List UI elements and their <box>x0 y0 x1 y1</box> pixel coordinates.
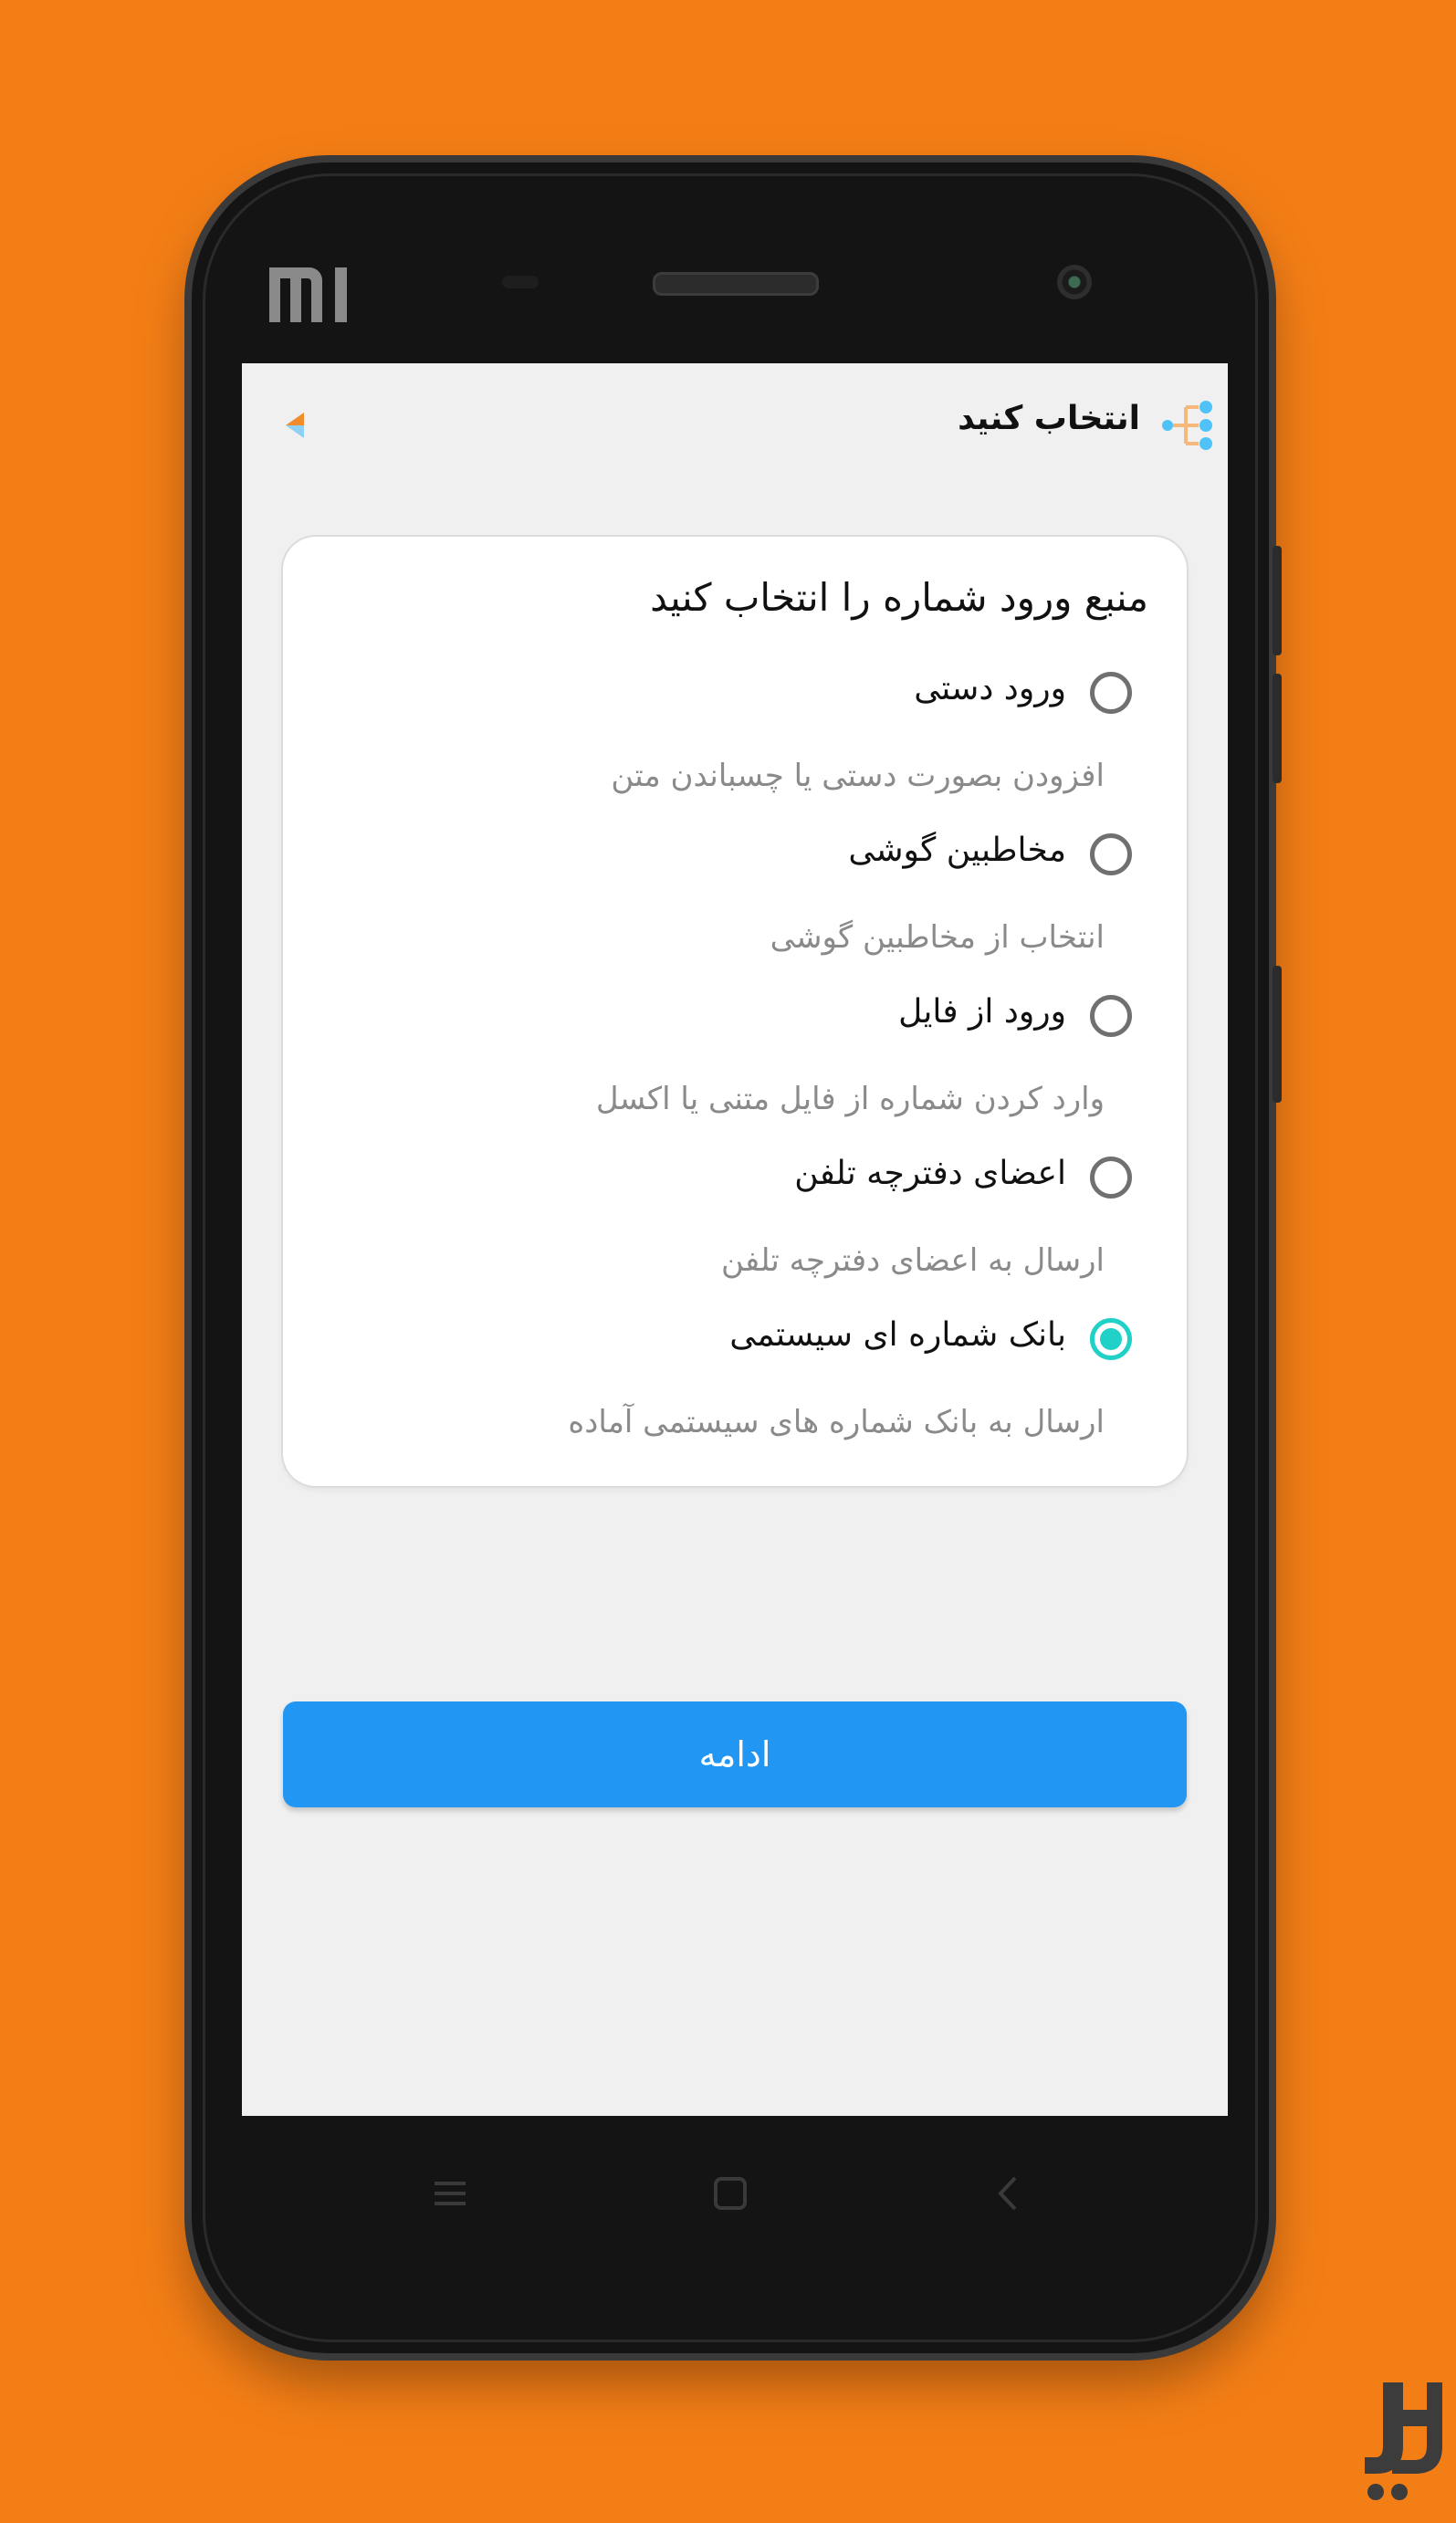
radio-system-number-bank[interactable] <box>1090 1318 1132 1360</box>
card-title: منبع ورود شماره را انتخاب کنید <box>650 575 1148 620</box>
option-label: ورود از فایل <box>898 993 1066 1031</box>
front-camera <box>1057 265 1092 299</box>
option-phone-contacts[interactable]: مخاطبین گوشی <box>310 821 1132 894</box>
option-description: ارسال به بانک شماره های سیستمی آماده <box>568 1404 1105 1440</box>
option-system-number-bank[interactable]: بانک شماره ای سیستمی <box>310 1305 1132 1378</box>
option-description: انتخاب از مخاطبین گوشی <box>770 919 1105 956</box>
phone-frame: انتخاب کنید منبع ورود شماره را انتخاب کن… <box>192 162 1282 2353</box>
page-title: انتخاب کنید <box>958 400 1140 437</box>
option-description: ارسال به اعضای دفترچه تلفن <box>721 1242 1105 1279</box>
power-button <box>1273 966 1282 1103</box>
option-phonebook-members[interactable]: اعضای دفترچه تلفن <box>310 1144 1132 1217</box>
mi-logo <box>269 267 347 322</box>
volume-down-button <box>1273 674 1282 783</box>
earpiece-speaker <box>653 272 819 296</box>
source-selection-card: منبع ورود شماره را انتخاب کنید ورود دستی… <box>283 537 1187 1486</box>
radio-phonebook-members[interactable] <box>1090 1157 1132 1199</box>
menu-icon[interactable] <box>427 2171 473 2216</box>
home-icon[interactable] <box>707 2171 753 2216</box>
radio-phone-contacts[interactable] <box>1090 833 1132 875</box>
hardware-nav-bar <box>192 2125 1269 2271</box>
option-manual-entry[interactable]: ورود دستی <box>310 659 1132 732</box>
back-icon[interactable] <box>986 2171 1032 2216</box>
tree-share-icon <box>1162 401 1212 450</box>
option-description: وارد کردن شماره از فایل متنی یا اکسل <box>595 1081 1105 1117</box>
option-label: ورود دستی <box>914 670 1066 707</box>
volume-up-button <box>1273 546 1282 655</box>
phone-screen: انتخاب کنید منبع ورود شماره را انتخاب کن… <box>242 363 1228 2116</box>
option-file-import[interactable]: ورود از فایل <box>310 982 1132 1055</box>
radio-manual-entry[interactable] <box>1090 672 1132 714</box>
continue-button[interactable]: ادامه <box>283 1701 1187 1807</box>
store-logo-icon <box>1365 2382 1442 2500</box>
back-arrow-icon[interactable] <box>278 407 315 444</box>
option-label: بانک شماره ای سیستمی <box>729 1316 1066 1354</box>
option-description: افزودن بصورت دستی یا چسباندن متن <box>611 758 1105 794</box>
proximity-sensor <box>502 276 539 288</box>
option-label: اعضای دفترچه تلفن <box>794 1155 1066 1192</box>
radio-file-import[interactable] <box>1090 995 1132 1037</box>
option-label: مخاطبین گوشی <box>848 832 1066 869</box>
app-bar: انتخاب کنید <box>242 363 1228 482</box>
